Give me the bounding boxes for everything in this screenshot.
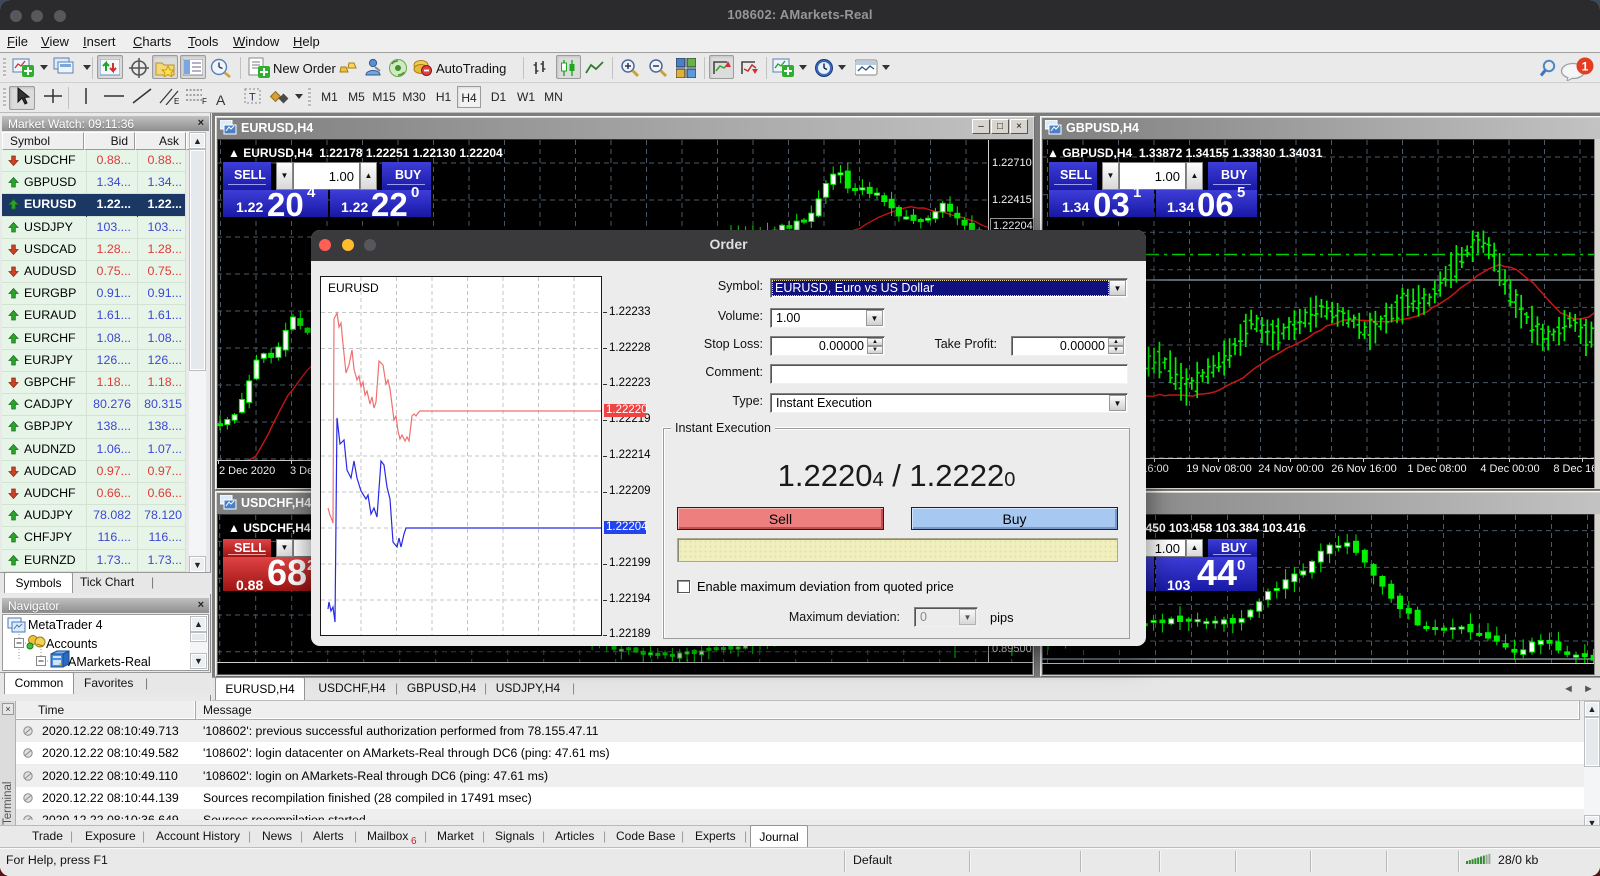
svg-text:T: T xyxy=(249,92,256,104)
svg-text:F: F xyxy=(202,97,207,105)
svg-text:1: 1 xyxy=(1582,60,1589,74)
svg-text:E: E xyxy=(174,97,179,105)
